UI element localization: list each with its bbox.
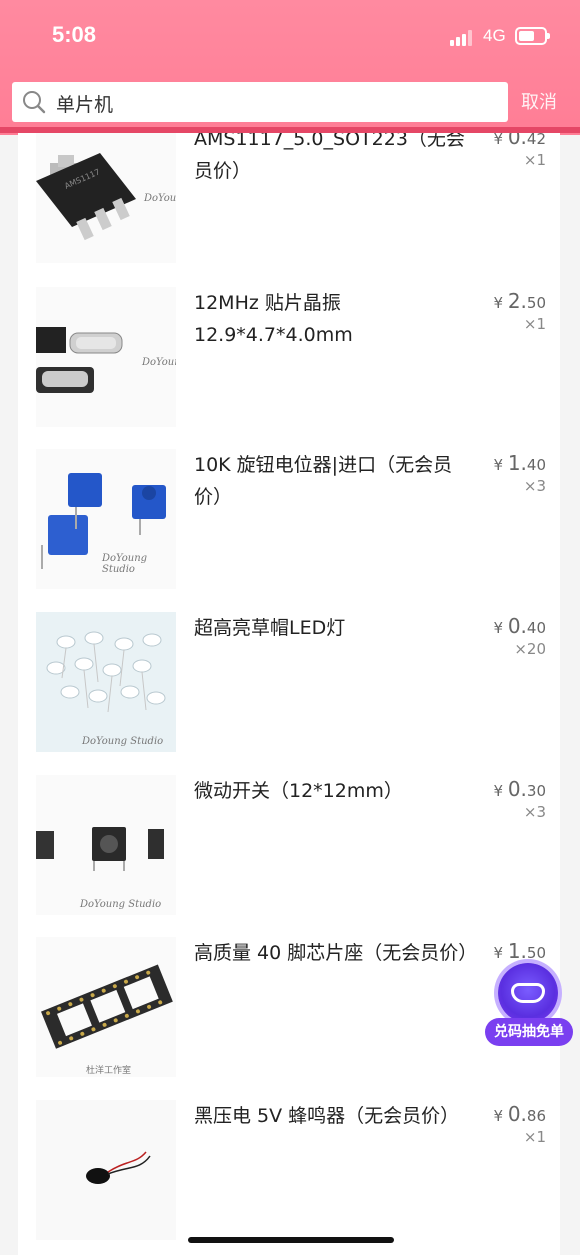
signal-icon [450,30,472,46]
list-item[interactable]: 杜洋工作室 高质量 40 脚芯片座（无会员价） ¥ 1.50 [18,937,560,1077]
battery-icon [515,27,550,45]
currency-symbol: ¥ [493,294,504,312]
price-integer: 2. [507,289,527,313]
list-item[interactable]: 黑压电 5V 蜂鸣器（无会员价） ¥ 0.86 ×1 [18,1100,560,1240]
product-title: 黑压电 5V 蜂鸣器（无会员价） [194,1105,460,1127]
product-price: ¥ 0.30 [493,777,546,801]
product-image: DoYoung [36,287,176,427]
product-title: 微动开关（12*12mm） [194,780,403,802]
watermark: DoYoung [144,193,176,204]
watermark: 杜洋工作室 [86,1066,132,1076]
product-image [36,1100,176,1240]
list-item[interactable]: AMS1117 DoYoung AMS1117_5.0_SOT223（无会员价）… [18,133,560,263]
price-integer: 1. [507,451,527,475]
search-query: 单片机 [56,94,114,116]
product-image: DoYoung Studio [36,449,176,589]
price-decimal: 42 [526,133,546,148]
product-list[interactable]: AMS1117 DoYoung AMS1117_5.0_SOT223（无会员价）… [18,133,560,1255]
product-image: DoYoung Studio [36,612,176,752]
watermark: DoYoung Studio [82,736,164,747]
price-integer: 1. [507,939,527,963]
list-item[interactable]: DoYoung 12MHz 贴片晶振 12.9*4.7*4.0mm ¥ 2.50… [18,287,560,427]
search-icon [23,91,46,114]
product-title: 高质量 40 脚芯片座（无会员价） [194,942,478,964]
product-price: ¥ 2.50 [493,289,546,313]
product-quantity: ×3 [523,803,546,821]
product-price: ¥ 0.40 [493,614,546,638]
app-header: 5:08 4G 单片机 取消 [0,0,580,135]
product-price: ¥ 0.86 [493,1102,546,1126]
currency-symbol: ¥ [493,944,504,962]
product-price: ¥ 0.42 [493,133,546,149]
product-image: DoYoung Studio [36,775,176,915]
product-quantity: ×1 [523,151,546,169]
price-integer: 0. [507,614,527,638]
gift-bot-icon[interactable] [498,963,558,1023]
list-item[interactable]: DoYoung Studio 超高亮草帽LED灯 ¥ 0.40 ×20 [18,612,560,752]
cancel-button[interactable]: 取消 [521,88,557,114]
product-title: 10K 旋钮电位器|进口（无会员价） [194,454,453,508]
price-integer: 0. [507,133,527,149]
price-decimal: 40 [526,619,546,637]
product-quantity: ×1 [523,1128,546,1146]
currency-symbol: ¥ [493,782,504,800]
price-decimal: 50 [526,294,546,312]
product-image: AMS1117 DoYoung [36,133,176,263]
currency-symbol: ¥ [493,133,504,148]
product-title: AMS1117_5.0_SOT223（无会员价） [194,133,465,182]
product-title: 12MHz 贴片晶振 12.9*4.7*4.0mm [194,292,353,346]
price-decimal: 86 [526,1107,546,1125]
search-input[interactable]: 单片机 [12,82,508,122]
product-price: ¥ 1.50 [493,939,546,963]
price-integer: 0. [507,777,527,801]
product-title: 超高亮草帽LED灯 [194,617,346,639]
product-price: ¥ 1.40 [493,451,546,475]
coupon-draw-button[interactable]: 兑码抽免单 [485,1018,573,1046]
status-time: 5:08 [52,22,97,47]
watermark: DoYoung Studio [80,899,162,910]
list-item[interactable]: DoYoung Studio 微动开关（12*12mm） ¥ 0.30 ×3 [18,775,560,915]
product-image: 杜洋工作室 [36,937,176,1077]
network-label: 4G [483,26,506,45]
product-quantity: ×3 [523,477,546,495]
watermark: DoYoung [142,357,176,368]
product-quantity: ×20 [514,640,546,658]
product-quantity: ×1 [523,315,546,333]
price-decimal: 30 [526,782,546,800]
price-decimal: 40 [526,456,546,474]
currency-symbol: ¥ [493,619,504,637]
home-indicator [188,1237,394,1243]
currency-symbol: ¥ [493,1107,504,1125]
price-decimal: 50 [526,944,546,962]
price-integer: 0. [507,1102,527,1126]
currency-symbol: ¥ [493,456,504,474]
watermark: DoYoung Studio [102,553,148,575]
list-item[interactable]: DoYoung Studio 10K 旋钮电位器|进口（无会员价） ¥ 1.40… [18,449,560,589]
